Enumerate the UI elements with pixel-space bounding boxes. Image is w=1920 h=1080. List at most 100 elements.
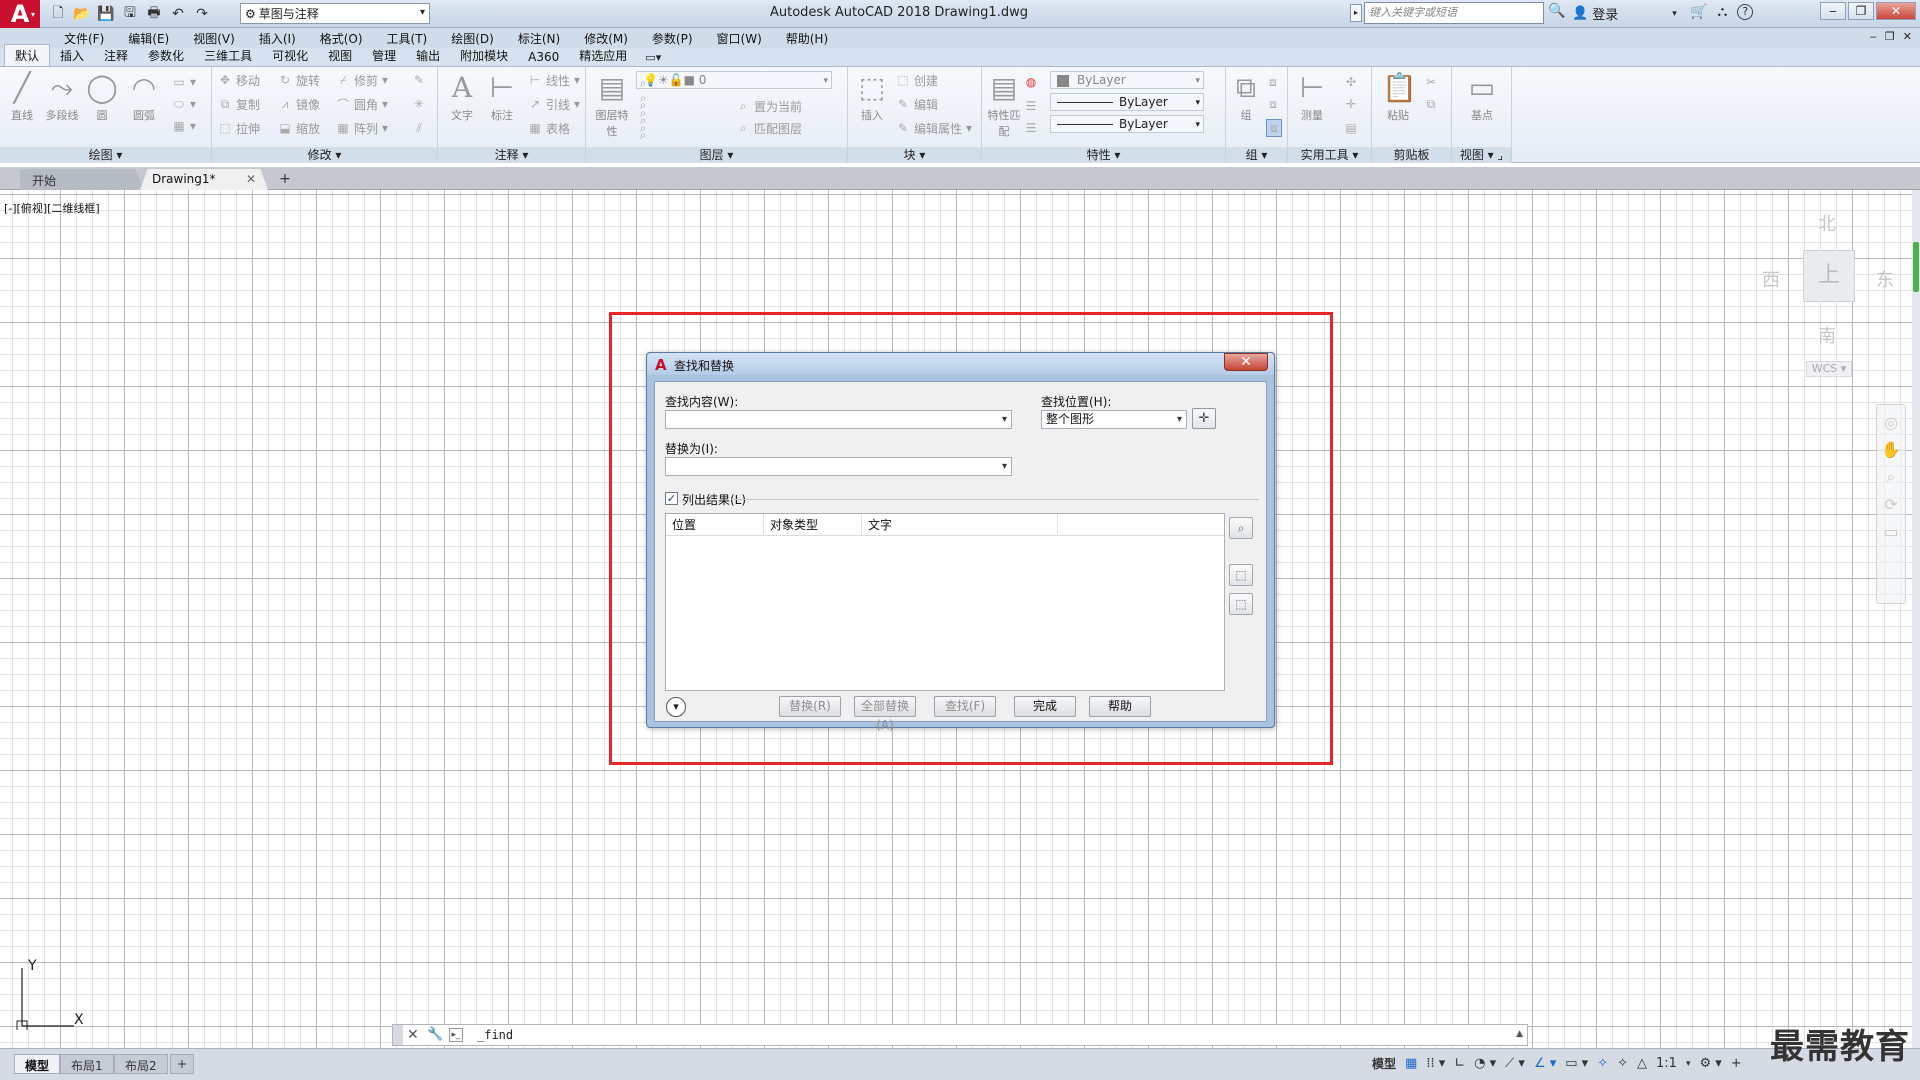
tab-start[interactable]: 开始 bbox=[20, 169, 145, 190]
explode-tool[interactable]: ✳ bbox=[412, 95, 426, 113]
panel-title-annotation[interactable]: 注释 ▾ bbox=[438, 147, 585, 163]
ellipse-tool[interactable]: ⬭ ▾ bbox=[172, 95, 196, 113]
wrench-icon[interactable]: 🔧 bbox=[427, 1027, 443, 1042]
menu-file[interactable]: 文件(F) bbox=[52, 30, 116, 47]
replace-button[interactable]: 替换(R) bbox=[779, 696, 841, 717]
tool-move[interactable]: ✥ 移动 bbox=[218, 71, 260, 89]
menu-format[interactable]: 格式(O) bbox=[308, 30, 375, 47]
color-dropdown[interactable]: ByLayer ▾ bbox=[1050, 71, 1204, 89]
linetype-icon-btn[interactable]: ☰ bbox=[1024, 97, 1038, 115]
doc-minimize-icon[interactable]: ‒ bbox=[1870, 30, 1877, 43]
tool-table[interactable]: ▦ 表格 bbox=[528, 119, 570, 137]
tool-measure[interactable]: ⊢ 测量 bbox=[1294, 71, 1330, 123]
menu-parametric[interactable]: 参数(P) bbox=[640, 30, 705, 47]
doc-restore-icon[interactable]: ❐ bbox=[1885, 30, 1895, 43]
ungroup-tool[interactable]: ⧈ bbox=[1266, 73, 1280, 91]
menu-view[interactable]: 视图(V) bbox=[181, 30, 247, 47]
group-select-tool[interactable]: ⧈ bbox=[1266, 119, 1282, 137]
layout-tab-model[interactable]: 模型 bbox=[14, 1054, 61, 1074]
tool-dimension[interactable]: ⊢ 标注 bbox=[484, 71, 520, 123]
tab-manage[interactable]: 管理 bbox=[362, 45, 406, 66]
scale-dropdown[interactable]: 1:1 bbox=[1656, 1056, 1677, 1071]
calculator-tool[interactable]: ▤ bbox=[1344, 119, 1358, 137]
tab-insert[interactable]: 插入 bbox=[50, 45, 94, 66]
plus-icon[interactable]: + bbox=[1731, 1056, 1742, 1071]
tool-match-properties[interactable]: ▤ 特性匹配 bbox=[986, 71, 1022, 139]
tool-leader[interactable]: ↗ 引线 ▾ bbox=[528, 95, 580, 113]
tool-edit-block[interactable]: ✎ 编辑 bbox=[896, 95, 938, 113]
model-space-toggle[interactable]: 模型 bbox=[1372, 1055, 1396, 1072]
tool-circle[interactable]: ◯ 圆 bbox=[84, 71, 120, 123]
orbit-icon[interactable]: ⟳ bbox=[1877, 495, 1905, 514]
save-icon[interactable]: 💾 bbox=[96, 4, 116, 24]
layer-tools-row2[interactable]: ⌕ ⌕ ⌕ ⌕ bbox=[636, 98, 650, 157]
command-line[interactable]: ✕ 🔧 ▸_ _find ▲ bbox=[392, 1024, 1528, 1046]
tool-insert-block[interactable]: ⬚ 插入 bbox=[854, 71, 890, 123]
tool-trim[interactable]: ⌿ 修剪 ▾ bbox=[336, 71, 388, 89]
cart-icon[interactable]: 🛒 bbox=[1690, 4, 1707, 20]
tool-mirror[interactable]: ⩘ 镜像 bbox=[278, 95, 320, 113]
tool-polyline[interactable]: ⤳ 多段线 bbox=[44, 71, 80, 123]
save-as-icon[interactable]: 🖫 bbox=[120, 4, 140, 24]
column-text[interactable]: 文字 bbox=[862, 514, 1058, 536]
workspace-dropdown[interactable]: ⚙ 草图与注释 ▾ bbox=[240, 3, 430, 24]
linetype-dropdown[interactable]: ByLayer ▾ bbox=[1050, 93, 1204, 111]
help-icon[interactable]: ? bbox=[1737, 4, 1754, 20]
tool-scale[interactable]: ⬓ 缩放 bbox=[278, 119, 320, 137]
more-options-button[interactable]: ▾ bbox=[666, 697, 686, 717]
tab-a360[interactable]: A360 bbox=[518, 48, 569, 66]
panel-title-draw[interactable]: 绘图 ▾ bbox=[0, 147, 211, 163]
snap-icon[interactable]: ⁞⁞ ▾ bbox=[1426, 1056, 1445, 1071]
layout-tab-layout2[interactable]: 布局2 bbox=[114, 1054, 168, 1074]
polar-icon[interactable]: ◔ ▾ bbox=[1474, 1056, 1496, 1071]
tool-arc[interactable]: ◠ 圆弧 bbox=[126, 71, 162, 123]
wcs-dropdown[interactable]: WCS ▾ bbox=[1806, 361, 1852, 377]
annotation-visibility-icon[interactable]: ✧ bbox=[1597, 1056, 1608, 1071]
group-edit-tool[interactable]: ⧈ bbox=[1266, 95, 1280, 113]
help-button[interactable]: 帮助 bbox=[1089, 696, 1151, 717]
osnap-icon[interactable]: ⟋ ▾ bbox=[1505, 1056, 1525, 1071]
chevron-down-icon[interactable]: ▾ bbox=[1002, 411, 1007, 428]
menu-draw[interactable]: 绘图(D) bbox=[439, 30, 506, 47]
tool-array[interactable]: ▦ 阵列 ▾ bbox=[336, 119, 388, 137]
tool-fillet[interactable]: ⌒ 圆角 ▾ bbox=[336, 95, 388, 113]
new-tab-button[interactable]: + bbox=[274, 171, 296, 189]
select-objects-button[interactable]: ✛ bbox=[1192, 408, 1216, 429]
tab-parametric[interactable]: 参数化 bbox=[138, 45, 194, 66]
panel-title-modify[interactable]: 修改 ▾ bbox=[212, 147, 437, 163]
lineweight-dropdown[interactable]: ByLayer ▾ bbox=[1050, 115, 1204, 133]
tool-edit-attributes[interactable]: ✎ 编辑属性 ▾ bbox=[896, 119, 972, 137]
tab-visualize[interactable]: 可视化 bbox=[262, 45, 318, 66]
tab-3d-tools[interactable]: 三维工具 bbox=[194, 45, 262, 66]
menu-insert[interactable]: 插入(I) bbox=[247, 30, 308, 47]
lineweight-icon-btn[interactable]: ☰ bbox=[1024, 119, 1038, 137]
quick-select-tool[interactable]: ✛ bbox=[1344, 95, 1358, 113]
annotation-scale-icon[interactable]: △ bbox=[1637, 1056, 1647, 1071]
tool-text[interactable]: A 文字 bbox=[444, 71, 480, 123]
menu-tools[interactable]: 工具(T) bbox=[375, 30, 440, 47]
drag-handle[interactable] bbox=[393, 1025, 403, 1045]
search-input[interactable]: 键入关键字或短语 bbox=[1364, 2, 1544, 24]
color-wheel[interactable]: ◍ bbox=[1024, 73, 1038, 91]
menu-help[interactable]: 帮助(H) bbox=[774, 30, 840, 47]
find-location-dropdown[interactable]: 整个图形 ▾ bbox=[1041, 410, 1187, 429]
menu-modify[interactable]: 修改(M) bbox=[572, 30, 640, 47]
rectangle-tool[interactable]: ▭ ▾ bbox=[172, 73, 196, 91]
tool-base-point[interactable]: ▭ 基点 bbox=[1464, 71, 1500, 123]
zoom-icon[interactable]: ⌕ bbox=[1877, 467, 1905, 487]
pan-icon[interactable]: ✋ bbox=[1877, 440, 1905, 459]
replace-input[interactable]: ▾ bbox=[665, 457, 1012, 476]
new-file-icon[interactable]: 🗋 bbox=[48, 4, 68, 24]
chevron-down-icon[interactable]: ▾ bbox=[1002, 458, 1007, 475]
tool-set-current[interactable]: ⌕ 置为当前 bbox=[736, 97, 802, 115]
replace-all-button[interactable]: 全部替换(A) bbox=[854, 696, 916, 732]
tool-linear[interactable]: ⊢ 线性 ▾ bbox=[528, 71, 580, 89]
done-button[interactable]: 完成 bbox=[1014, 696, 1076, 717]
login-button[interactable]: 👤 登录 ▾ bbox=[1572, 4, 1677, 23]
ortho-icon[interactable]: ∟ bbox=[1454, 1056, 1465, 1071]
add-layout-button[interactable]: + bbox=[170, 1054, 195, 1074]
viewport-controls[interactable]: [-][俯视][二维线框] bbox=[4, 200, 100, 216]
dialog-close-icon[interactable]: ✕ bbox=[1224, 353, 1268, 371]
tab-drawing1[interactable]: Drawing1* ✕ bbox=[140, 169, 268, 190]
erase-tool[interactable]: ✎ bbox=[412, 71, 426, 89]
